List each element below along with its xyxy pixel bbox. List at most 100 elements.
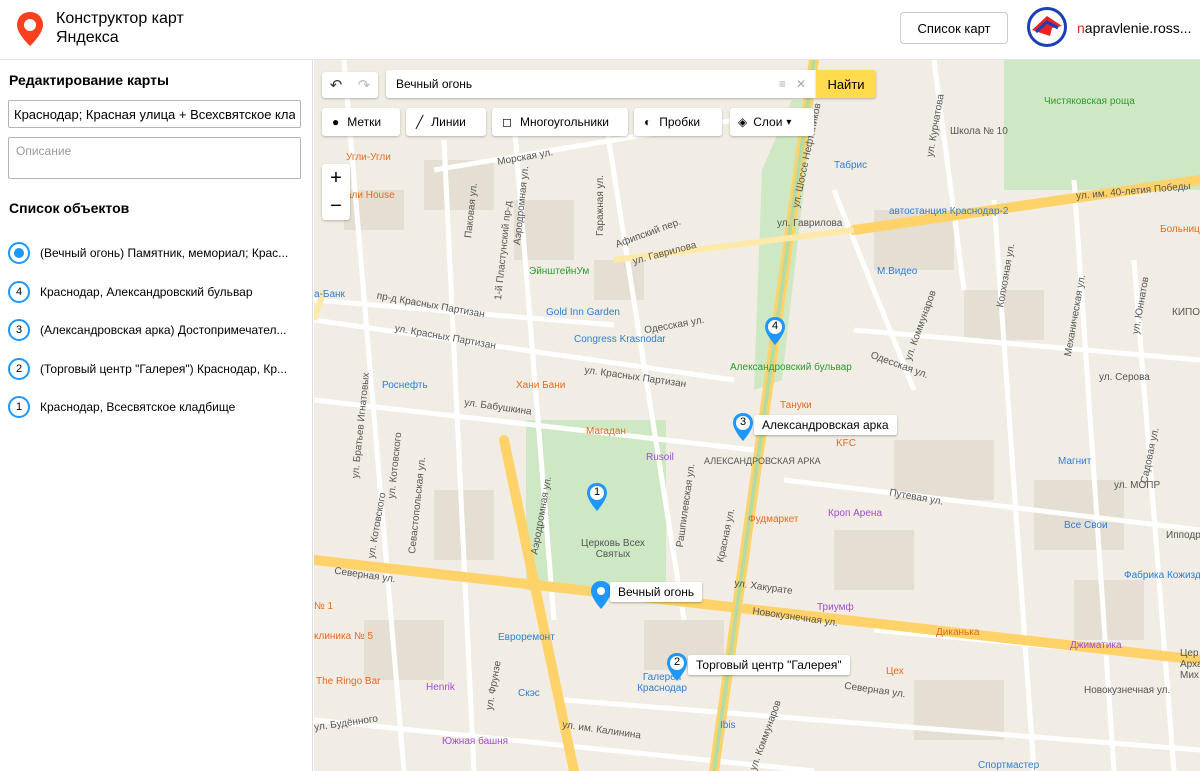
poi-label[interactable]: Школа № 10: [950, 126, 1008, 137]
poi-label[interactable]: Кроп Арена: [828, 508, 882, 519]
list-item[interactable]: 1 Краснодар, Всесвятское кладбище: [8, 388, 308, 427]
poi-label[interactable]: ЭйнштейнУм: [529, 266, 589, 277]
user-name-rest: apravlenie.ross...: [1084, 20, 1192, 36]
poi-label[interactable]: автостанция Краснодар-2: [889, 206, 1008, 217]
maps-list-button[interactable]: Список карт: [900, 12, 1008, 44]
layers-button[interactable]: ◈ Слои ▾: [730, 108, 814, 136]
tool-label: Слои: [753, 115, 783, 129]
traffic-button[interactable]: ◐ Пробки: [634, 108, 722, 136]
poi-label[interactable]: Евроремонт: [498, 632, 555, 643]
poi-label[interactable]: Все Свои: [1064, 520, 1108, 531]
poi-label[interactable]: КИПО: [1172, 307, 1200, 318]
poi-label[interactable]: АЛЕКСАНДРОВСКАЯ АРКА: [704, 456, 821, 466]
poi-label[interactable]: № 1: [314, 601, 333, 612]
map-description-field[interactable]: [8, 137, 301, 179]
placemark-1[interactable]: 1: [586, 482, 608, 512]
poi-label[interactable]: Чистяковская роща: [1044, 96, 1135, 107]
placemark-fire-label[interactable]: Вечный огонь: [610, 582, 703, 602]
clear-icon[interactable]: ✕: [796, 77, 806, 91]
poi-label[interactable]: Скэс: [518, 688, 540, 699]
poi-label[interactable]: Табрис: [834, 160, 867, 171]
poi-label[interactable]: The Ringo Bar: [316, 676, 380, 687]
placemark-number: 3: [739, 416, 747, 428]
polygon-icon: ◻: [502, 115, 512, 129]
poi-label[interactable]: Фудмаркет: [748, 514, 798, 525]
app-title: Конструктор карт Яндекса: [56, 9, 184, 47]
search-button[interactable]: Найти: [816, 70, 876, 98]
yandex-maps-logo-icon[interactable]: [14, 10, 46, 48]
map-name-input[interactable]: [8, 100, 301, 128]
placemark-3-label[interactable]: Александровская арка: [754, 415, 897, 435]
placemark-4[interactable]: 4: [764, 316, 786, 346]
poi-label[interactable]: Цер Арха Мих: [1180, 648, 1200, 681]
poi-label[interactable]: Александровский бульвар: [730, 362, 852, 373]
map-canvas[interactable]: Морская ул. ул. Гаврилова ул. Гаврилова …: [314, 60, 1200, 771]
zoom-control: + −: [322, 164, 350, 220]
poi-label[interactable]: Джиматика: [1070, 640, 1122, 651]
poi-label[interactable]: Триумф: [817, 602, 854, 613]
placemark-fire[interactable]: [590, 580, 612, 610]
poi-label[interactable]: Церковь Всех Святых: [578, 538, 648, 560]
tool-lines-button[interactable]: ╱ Линии: [406, 108, 486, 136]
poi-label[interactable]: Gold Inn Garden: [546, 307, 620, 318]
poi-label[interactable]: Цех: [886, 666, 904, 677]
traffic-icon: ◐: [644, 115, 652, 129]
app-title-line2: Яндекса: [56, 29, 119, 46]
poi-label[interactable]: Фабрика Кожизделий: [1124, 570, 1200, 581]
poi-label[interactable]: Ипподр: [1166, 530, 1200, 541]
placemark-number-icon: 2: [8, 357, 30, 380]
poi-label[interactable]: Роснефть: [382, 380, 428, 391]
list-item-label: (Торговый центр "Галерея") Краснодар, Кр…: [40, 361, 288, 376]
poi-label[interactable]: Угли-Угли: [346, 152, 391, 163]
zoom-in-button[interactable]: +: [330, 168, 342, 188]
editor-sidebar: Редактирование карты Список объектов (Ве…: [0, 60, 313, 771]
placemark-2[interactable]: 2: [666, 652, 688, 682]
poi-label[interactable]: Rusoil: [646, 452, 674, 463]
tool-label: Метки: [347, 115, 382, 129]
poi-label[interactable]: а-Банк: [314, 289, 345, 300]
placemark-3[interactable]: 3: [732, 412, 754, 442]
list-item-label: Краснодар, Всесвятское кладбище: [40, 400, 236, 415]
placemark-2-label[interactable]: Торговый центр "Галерея": [688, 655, 850, 675]
poi-label[interactable]: Спортмастер: [978, 760, 1039, 771]
chevron-down-icon: ▾: [786, 116, 792, 128]
list-item[interactable]: 2 (Торговый центр "Галерея") Краснодар, …: [8, 350, 308, 389]
poi-label[interactable]: Henrik: [426, 682, 455, 693]
zoom-out-button[interactable]: −: [330, 196, 342, 216]
placemark-number-icon: 1: [8, 396, 30, 419]
undo-redo-group: ↶ ↷: [322, 72, 378, 98]
user-name[interactable]: napravlenie.ross...: [1077, 20, 1191, 36]
redo-icon[interactable]: ↷: [358, 76, 371, 94]
list-item[interactable]: (Вечный огонь) Памятник, мемориал; Крас.…: [8, 234, 308, 273]
placemark-number: 1: [593, 486, 601, 498]
poi-label[interactable]: Ibis: [720, 720, 736, 731]
poi-label[interactable]: Больница скорой помо: [1160, 224, 1200, 235]
tool-polygons-button[interactable]: ◻ Многоугольники: [492, 108, 628, 136]
poi-label[interactable]: Тануки: [780, 400, 812, 411]
tool-marks-button[interactable]: ● Метки: [322, 108, 400, 136]
search-input[interactable]: Вечный огонь ≡ ✕: [386, 70, 816, 98]
poi-label[interactable]: клиника № 5: [314, 631, 373, 642]
undo-icon[interactable]: ↶: [330, 76, 343, 94]
user-avatar[interactable]: [1027, 7, 1067, 47]
user-name-first: n: [1077, 20, 1085, 36]
list-item[interactable]: 3 (Александровская арка) Достопримечател…: [8, 311, 308, 350]
poi-label[interactable]: Южная башня: [442, 736, 508, 747]
objects-list: (Вечный огонь) Памятник, мемориал; Крас.…: [8, 234, 308, 427]
app-title-line1: Конструктор карт: [56, 10, 184, 27]
poi-label[interactable]: Congress Krasnodar: [574, 334, 666, 345]
menu-icon[interactable]: ≡: [779, 77, 786, 91]
poi-label[interactable]: али House: [346, 190, 395, 201]
poi-label[interactable]: М.Видео: [877, 266, 917, 277]
app-header: Конструктор карт Яндекса Список карт nap…: [0, 0, 1200, 60]
poi-label[interactable]: Хани Бани: [516, 380, 565, 391]
poi-label[interactable]: Магадан: [586, 426, 626, 437]
poi-label[interactable]: Магнит: [1058, 456, 1091, 467]
poi-label[interactable]: KFC: [836, 438, 856, 449]
poi-label[interactable]: Диканька: [936, 627, 979, 638]
placemark-number-icon: 3: [8, 319, 30, 342]
chistyakov-park: [1004, 60, 1200, 190]
tool-label: Пробки: [659, 115, 701, 129]
list-item[interactable]: 4 Краснодар, Александровский бульвар: [8, 273, 308, 312]
list-item-label: (Вечный огонь) Памятник, мемориал; Крас.…: [40, 246, 289, 261]
